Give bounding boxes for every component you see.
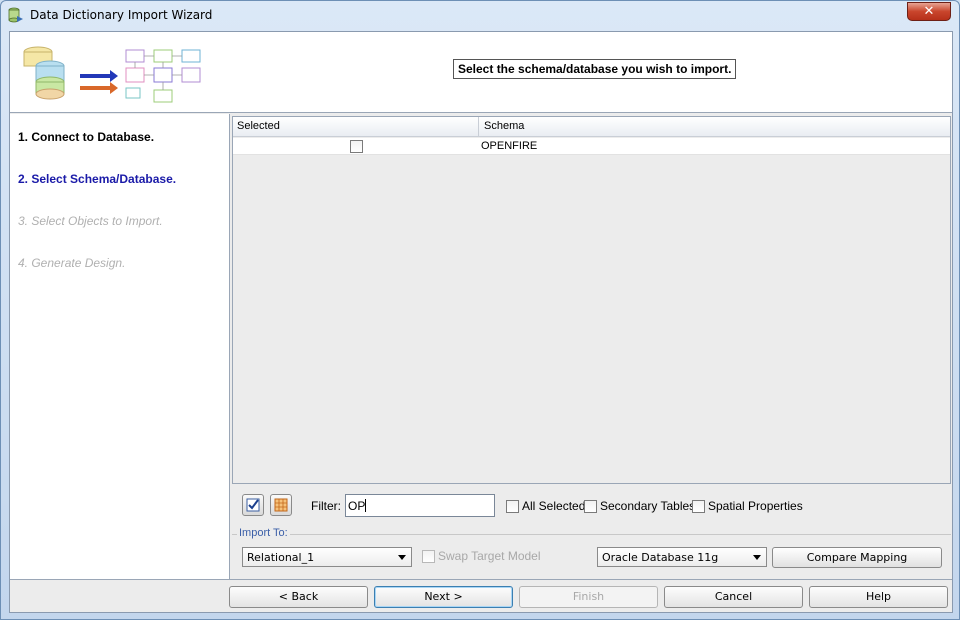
next-button[interactable]: Next >: [374, 586, 513, 608]
help-button-label: Help: [865, 590, 892, 603]
database-type-select[interactable]: Oracle Database 11g: [597, 547, 767, 567]
column-header-selected[interactable]: Selected: [237, 120, 280, 132]
chevron-down-icon: [398, 555, 406, 560]
finish-button-label: Finish: [572, 590, 605, 603]
step-generate-design: 4. Generate Design.: [18, 256, 126, 270]
page-title: Select the schema/database you wish to i…: [453, 59, 737, 79]
close-button[interactable]: ✕: [907, 2, 951, 21]
all-selected-label[interactable]: All Selected: [522, 499, 585, 513]
table-row[interactable]: OPENFIRE: [233, 138, 950, 155]
filter-value: OP: [348, 499, 366, 513]
back-button[interactable]: < Back: [229, 586, 368, 608]
footer-divider: [10, 579, 952, 580]
database-type-value: Oracle Database 11g: [602, 551, 719, 564]
cancel-button-label: Cancel: [714, 590, 753, 603]
cancel-button[interactable]: Cancel: [664, 586, 803, 608]
step-select-schema: 2. Select Schema/Database.: [18, 172, 177, 186]
target-model-value: Relational_1: [247, 551, 315, 564]
schema-table: Selected Schema OPENFIRE: [232, 116, 951, 484]
column-header-schema[interactable]: Schema: [484, 120, 524, 132]
select-none-button[interactable]: [270, 494, 292, 516]
row-select-checkbox[interactable]: [350, 140, 363, 153]
grid-icon: [274, 498, 288, 512]
select-all-button[interactable]: [242, 494, 264, 516]
all-selected-checkbox[interactable]: [506, 500, 519, 513]
secondary-tables-label[interactable]: Secondary Tables: [600, 499, 695, 513]
filter-label: Filter:: [311, 499, 341, 513]
column-divider[interactable]: [478, 117, 479, 137]
compare-mapping-button[interactable]: Compare Mapping: [772, 547, 942, 568]
import-illustration-icon: [23, 46, 201, 103]
wizard-steps: 1. Connect to Database. 2. Select Schema…: [10, 114, 230, 579]
back-button-label: < Back: [278, 590, 319, 603]
secondary-tables-checkbox[interactable]: [584, 500, 597, 513]
chevron-down-icon: [753, 555, 761, 560]
title-bar[interactable]: Data Dictionary Import Wizard ✕: [1, 1, 959, 30]
app-icon: [8, 7, 23, 23]
spatial-properties-checkbox[interactable]: [692, 500, 705, 513]
help-button[interactable]: Help: [809, 586, 948, 608]
swap-target-label: Swap Target Model: [438, 549, 541, 563]
window-title: Data Dictionary Import Wizard: [30, 8, 213, 22]
filter-input[interactable]: OP: [345, 494, 495, 517]
check-all-icon: [246, 498, 260, 512]
spatial-properties-label[interactable]: Spatial Properties: [708, 499, 803, 513]
table-header: Selected Schema: [233, 117, 950, 137]
step-connect-to-database: 1. Connect to Database.: [18, 130, 155, 144]
schema-name-cell: OPENFIRE: [481, 140, 538, 152]
import-to-label: Import To:: [237, 527, 290, 539]
swap-target-checkbox: [422, 550, 435, 563]
wizard-window: Data Dictionary Import Wizard ✕ Select t…: [0, 0, 960, 620]
text-caret: [365, 499, 367, 512]
step-select-objects: 3. Select Objects to Import.: [18, 214, 163, 228]
target-model-select[interactable]: Relational_1: [242, 547, 412, 567]
next-button-label: Next >: [424, 590, 463, 603]
header-banner: Select the schema/database you wish to i…: [10, 32, 952, 113]
finish-button: Finish: [519, 586, 658, 608]
wizard-body: Select the schema/database you wish to i…: [9, 31, 953, 613]
